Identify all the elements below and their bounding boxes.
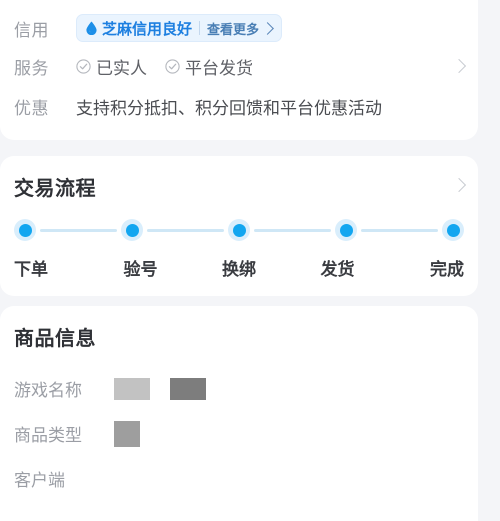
flow-labels: 下单 验号 换绑 发货 完成 [14,255,464,280]
service-row[interactable]: 服务 已实人 平台发货 [0,46,478,86]
flow-track [14,218,464,242]
flow-step-label-2: 验号 [123,260,158,279]
credit-row: 信用 芝麻信用良好 查看更多 [0,8,478,48]
info-card: 信用 芝麻信用良好 查看更多 服务 已实人 平台发货 优惠 支持积分抵扣、积分回… [0,0,478,140]
product-row-item-type-value [114,420,140,447]
zhima-credit-badge[interactable]: 芝麻信用良好 查看更多 [76,14,283,42]
flow-step-label-5: 完成 [430,260,464,279]
product-info-rows: 游戏名称 商品类型 客户端 [0,366,478,501]
product-row-item-type-label: 商品类型 [14,426,82,445]
flow-line-4 [361,228,438,232]
service-row-body: 已实人 平台发货 [76,54,478,79]
flow-node-5 [442,219,464,241]
product-row-client: 客户端 [0,456,478,501]
masked-block [170,377,206,400]
promo-row-label: 优惠 [14,98,49,118]
product-row-game-name-label: 游戏名称 [14,381,82,400]
credit-row-label: 信用 [14,20,49,40]
product-row-game-name-value [114,377,206,400]
credit-row-body: 芝麻信用良好 查看更多 [76,14,478,42]
service-tag-verified: 已实人 [76,54,147,79]
masked-block [114,377,150,400]
flow-step-label-3: 换绑 [222,260,256,279]
view-more-label: 查看更多 [207,21,260,37]
product-row-game-name: 游戏名称 [0,366,478,411]
transaction-flow-steps: 下单 验号 换绑 发货 完成 [14,218,464,280]
chevron-right-icon [261,21,274,35]
badge-divider [199,21,201,35]
masked-block [114,420,140,447]
chevron-right-icon[interactable] [451,177,467,193]
product-info-title: 商品信息 [14,328,96,350]
promo-row: 优惠 支持积分抵扣、积分回馈和平台优惠活动 [0,86,478,126]
service-tag-platform-ship: 平台发货 [165,54,253,79]
flow-step-label-4: 发货 [320,260,355,279]
flow-line-1 [40,228,117,232]
service-tag-platform-ship-label: 平台发货 [185,58,253,78]
promo-text: 支持积分抵扣、积分回馈和平台优惠活动 [76,98,382,118]
water-drop-icon [86,21,97,35]
flow-node-4 [335,219,357,241]
product-row-item-type: 商品类型 [0,411,478,456]
check-circle-icon [165,58,180,74]
zhima-credit-text: 芝麻信用良好 [102,20,193,38]
service-row-label: 服务 [14,58,49,78]
flow-step-label-1: 下单 [14,260,48,279]
flow-node-2 [121,219,143,241]
flow-line-2 [147,228,224,232]
service-tag-verified-label: 已实人 [96,58,147,78]
flow-node-3 [228,219,250,241]
app-page: 信用 芝麻信用良好 查看更多 服务 已实人 平台发货 优惠 支持积分抵扣、积分回… [0,0,500,521]
check-circle-icon [76,58,91,74]
transaction-flow-card[interactable]: 交易流程 下单 验号 换绑 发货 完成 [0,156,478,296]
transaction-flow-title: 交易流程 [14,178,96,200]
flow-line-3 [254,228,331,232]
product-info-card: 商品信息 游戏名称 商品类型 客户端 [0,306,478,521]
flow-node-1 [14,219,36,241]
product-row-client-label: 客户端 [14,471,65,490]
promo-row-body: 支持积分抵扣、积分回馈和平台优惠活动 [76,94,478,119]
